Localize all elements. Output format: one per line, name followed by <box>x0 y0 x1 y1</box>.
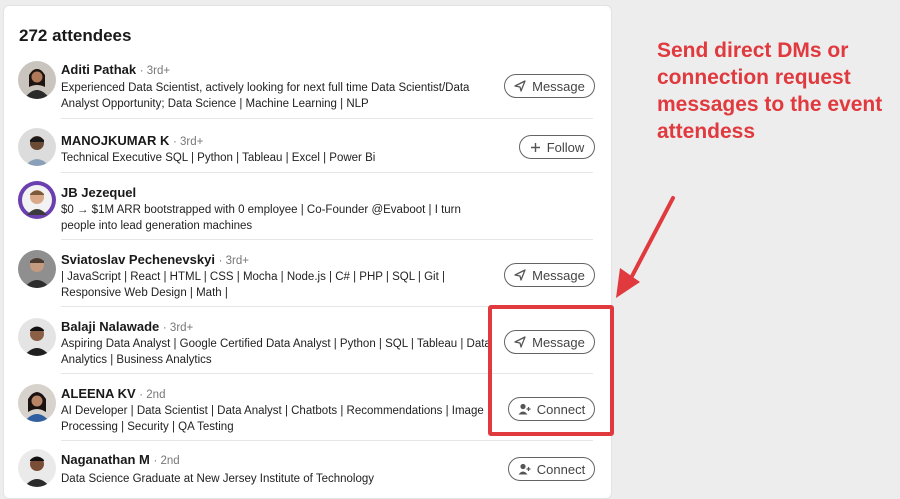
attendee-name[interactable]: Naganathan M <box>61 452 150 467</box>
send-icon <box>514 80 526 92</box>
attendee-headline: $0 → $1M ARR bootstrapped with 0 employe… <box>61 204 461 232</box>
attendee-headline: AI Developer | Data Scientist | Data Ana… <box>61 405 484 433</box>
attendee-headline: Aspiring Data Analyst | Google Certified… <box>61 338 491 366</box>
attendee-name[interactable]: Sviatoslav Pechenevskyi <box>61 252 215 267</box>
avatar[interactable] <box>18 61 56 99</box>
follow-button[interactable]: Follow <box>519 135 595 159</box>
attendee-headline: Data Science Graduate at New Jersey Inst… <box>61 473 375 485</box>
connection-degree: · 2nd <box>153 455 180 467</box>
connection-degree: · 3rd+ <box>218 255 249 267</box>
attendee-headline: | JavaScript | React | HTML | CSS | Moch… <box>61 271 445 299</box>
attendee-name-line: MANOJKUMAR K · 3rd+ <box>61 133 203 148</box>
connect-button[interactable]: Connect <box>508 457 595 481</box>
attendee-name[interactable]: ALEENA KV <box>61 386 136 401</box>
connection-degree: · 2nd <box>139 389 166 401</box>
avatar[interactable] <box>18 128 56 166</box>
connect-button-label: Connect <box>536 461 586 477</box>
avatar[interactable] <box>18 318 56 356</box>
attendee-count: 272 attendees <box>19 26 132 45</box>
attendee-name-line: Naganathan M · 2nd <box>61 452 180 467</box>
highlight-box <box>488 305 614 436</box>
attendee-name[interactable]: JB Jezequel <box>61 185 136 200</box>
connection-degree: · 3rd+ <box>139 65 171 77</box>
send-icon <box>514 269 526 281</box>
attendee-name-line: ALEENA KV · 2nd <box>61 386 165 401</box>
attendee-row: Naganathan M · 2nd Data Science Graduate… <box>4 441 611 498</box>
avatar[interactable] <box>18 181 56 219</box>
message-button-label: Message <box>532 267 585 283</box>
message-button[interactable]: Message <box>504 263 595 287</box>
attendee-name[interactable]: MANOJKUMAR K <box>61 133 169 148</box>
attendee-row: JB Jezequel $0 → $1M ARR bootstrapped wi… <box>4 173 611 240</box>
person-add-icon <box>518 463 531 475</box>
attendee-name-line: Sviatoslav Pechenevskyi · 3rd+ <box>61 252 249 267</box>
attendee-name-line: Aditi Pathak · 3rd+ <box>61 62 170 77</box>
attendee-row: Aditi Pathak · 3rd+ Experienced Data Sci… <box>4 52 611 119</box>
annotation-text: Send direct DMs or connection request me… <box>657 39 883 143</box>
message-button-label: Message <box>532 78 585 94</box>
follow-button-label: Follow <box>546 139 585 155</box>
avatar[interactable] <box>18 250 56 288</box>
connection-degree: · 3rd+ <box>162 322 194 334</box>
attendee-name[interactable]: Balaji Nalawade <box>61 319 159 334</box>
connection-degree: · 3rd+ <box>172 136 204 148</box>
attendee-row: MANOJKUMAR K · 3rd+ Technical Executive … <box>4 119 611 173</box>
plus-icon <box>530 142 540 152</box>
avatar[interactable] <box>18 449 56 487</box>
annotation-arrow-icon <box>616 196 675 298</box>
attendee-name-line: Balaji Nalawade · 3rd+ <box>61 319 193 334</box>
attendee-headline: Experienced Data Scientist, actively loo… <box>61 82 470 110</box>
attendee-name[interactable]: Aditi Pathak <box>61 62 136 77</box>
attendee-name-line: JB Jezequel <box>61 185 136 200</box>
avatar[interactable] <box>18 384 56 422</box>
message-button[interactable]: Message <box>504 74 595 98</box>
attendee-row: Sviatoslav Pechenevskyi · 3rd+ | JavaScr… <box>4 240 611 307</box>
attendee-headline: Technical Executive SQL | Python | Table… <box>61 152 376 164</box>
